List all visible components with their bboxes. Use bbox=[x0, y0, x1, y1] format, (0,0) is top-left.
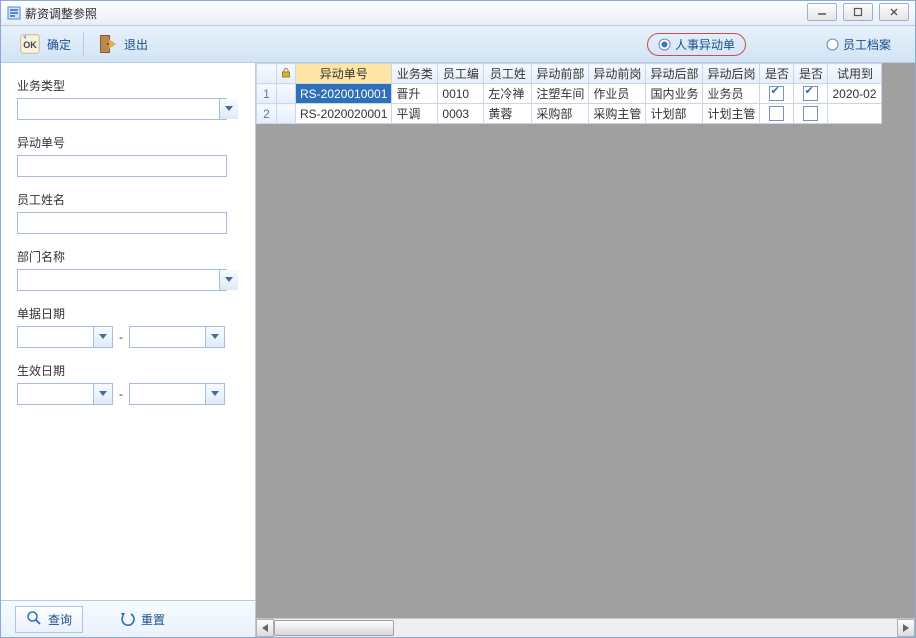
emp-name-input[interactable] bbox=[17, 212, 227, 234]
col-dept-after[interactable]: 异动后部 bbox=[646, 64, 703, 84]
body: 业务类型 异动单号 员工姓名 部门名称 bbox=[1, 63, 915, 637]
radio-dot-icon bbox=[658, 38, 671, 51]
col-trial-end[interactable]: 试用到 bbox=[828, 64, 882, 84]
main-area: 异动单号 业务类 员工编 员工姓 异动前部 异动前岗 异动后部 异动后岗 是否 … bbox=[256, 63, 915, 637]
exit-icon bbox=[96, 33, 118, 55]
col-post-after[interactable]: 异动后岗 bbox=[703, 64, 760, 84]
scroll-left-button[interactable] bbox=[256, 619, 274, 637]
chevron-down-icon[interactable] bbox=[205, 327, 224, 347]
window-controls bbox=[807, 3, 909, 21]
emp-name-label: 员工姓名 bbox=[17, 191, 239, 208]
svg-text:OK: OK bbox=[23, 40, 37, 50]
maximize-button[interactable] bbox=[843, 3, 873, 21]
grid-container: 异动单号 业务类 员工编 员工姓 异动前部 异动前岗 异动后部 异动后岗 是否 … bbox=[256, 63, 915, 618]
undo-icon bbox=[119, 610, 135, 629]
field-doc-date: 单据日期 - bbox=[17, 305, 239, 348]
checkbox[interactable] bbox=[803, 86, 818, 101]
col-flag1[interactable]: 是否 bbox=[760, 64, 794, 84]
change-no-input[interactable] bbox=[17, 155, 227, 177]
date-separator: - bbox=[119, 387, 123, 401]
col-biz-type[interactable]: 业务类 bbox=[392, 64, 438, 84]
chevron-down-icon[interactable] bbox=[219, 270, 238, 290]
date-separator: - bbox=[119, 330, 123, 344]
exit-button-label: 退出 bbox=[124, 36, 148, 53]
ok-icon: OK bbox=[19, 33, 41, 55]
scroll-thumb[interactable] bbox=[274, 620, 394, 636]
dept-name-label: 部门名称 bbox=[17, 248, 239, 265]
chevron-down-icon[interactable] bbox=[205, 384, 224, 404]
checkbox[interactable] bbox=[769, 106, 784, 121]
reset-button[interactable]: 重置 bbox=[109, 607, 175, 632]
sidebar-footer: 查询 重置 bbox=[1, 600, 255, 637]
col-emp-code[interactable]: 员工编 bbox=[438, 64, 484, 84]
reset-button-label: 重置 bbox=[141, 611, 165, 628]
radio-hr-change[interactable]: 人事异动单 bbox=[658, 36, 735, 53]
col-post-before[interactable]: 异动前岗 bbox=[589, 64, 646, 84]
minimize-button[interactable] bbox=[807, 3, 837, 21]
app-icon bbox=[7, 6, 21, 20]
change-no-label: 异动单号 bbox=[17, 134, 239, 151]
radio-emp-file[interactable]: 员工档案 bbox=[826, 36, 891, 53]
query-button[interactable]: 查询 bbox=[15, 606, 83, 633]
filter-sidebar: 业务类型 异动单号 员工姓名 部门名称 bbox=[1, 63, 256, 637]
query-button-label: 查询 bbox=[48, 611, 72, 628]
ok-button-label: 确定 bbox=[47, 36, 71, 53]
window-root: 薪资调整参照 OK 确定 退出 人事异动单 bbox=[0, 0, 916, 638]
grid-header-row: 异动单号 业务类 员工编 员工姓 异动前部 异动前岗 异动后部 异动后岗 是否 … bbox=[257, 64, 882, 84]
toolbar-separator bbox=[83, 32, 84, 56]
dept-name-combobox[interactable] bbox=[17, 269, 227, 291]
biz-type-combobox[interactable] bbox=[17, 98, 227, 120]
grid-header-lock bbox=[277, 64, 296, 84]
col-emp-name[interactable]: 员工姓 bbox=[484, 64, 532, 84]
field-change-no: 异动单号 bbox=[17, 134, 239, 177]
biz-type-label: 业务类型 bbox=[17, 77, 239, 94]
view-radio-group: 人事异动单 员工档案 bbox=[647, 26, 891, 62]
radio-emp-file-label: 员工档案 bbox=[843, 36, 891, 53]
field-emp-name: 员工姓名 bbox=[17, 191, 239, 234]
checkbox[interactable] bbox=[769, 86, 784, 101]
field-dept-name: 部门名称 bbox=[17, 248, 239, 291]
radio-hr-change-label: 人事异动单 bbox=[675, 36, 735, 53]
field-biz-type: 业务类型 bbox=[17, 77, 239, 120]
window-title: 薪资调整参照 bbox=[25, 5, 97, 22]
table-row[interactable]: 2RS-2020020001平调0003黄蓉采购部采购主管计划部计划主管 bbox=[257, 104, 882, 124]
filter-form: 业务类型 异动单号 员工姓名 部门名称 bbox=[1, 63, 255, 600]
radio-empty-icon bbox=[826, 38, 839, 51]
results-grid[interactable]: 异动单号 业务类 员工编 员工姓 异动前部 异动前岗 异动后部 异动后岗 是否 … bbox=[256, 63, 882, 124]
hr-change-highlight: 人事异动单 bbox=[647, 33, 746, 56]
col-flag2[interactable]: 是否 bbox=[794, 64, 828, 84]
col-dept-before[interactable]: 异动前部 bbox=[532, 64, 589, 84]
field-eff-date: 生效日期 - bbox=[17, 362, 239, 405]
grid-header-stub bbox=[257, 64, 277, 84]
horizontal-scrollbar[interactable] bbox=[256, 618, 915, 637]
eff-date-label: 生效日期 bbox=[17, 362, 239, 379]
chevron-down-icon[interactable] bbox=[93, 384, 112, 404]
ok-button[interactable]: OK 确定 bbox=[11, 29, 79, 59]
doc-date-label: 单据日期 bbox=[17, 305, 239, 322]
lock-icon bbox=[281, 68, 291, 78]
toolbar: OK 确定 退出 人事异动单 员工档案 bbox=[1, 26, 915, 63]
scroll-right-button[interactable] bbox=[897, 619, 915, 637]
checkbox[interactable] bbox=[803, 106, 818, 121]
table-row[interactable]: 1RS-2020010001晋升0010左冷禅注塑车间作业员国内业务业务员202… bbox=[257, 84, 882, 104]
search-icon bbox=[26, 610, 42, 629]
chevron-down-icon[interactable] bbox=[219, 99, 238, 119]
chevron-down-icon[interactable] bbox=[93, 327, 112, 347]
col-change-no[interactable]: 异动单号 bbox=[296, 64, 392, 84]
title-bar: 薪资调整参照 bbox=[1, 1, 915, 26]
exit-button[interactable]: 退出 bbox=[88, 29, 156, 59]
close-button[interactable] bbox=[879, 3, 909, 21]
